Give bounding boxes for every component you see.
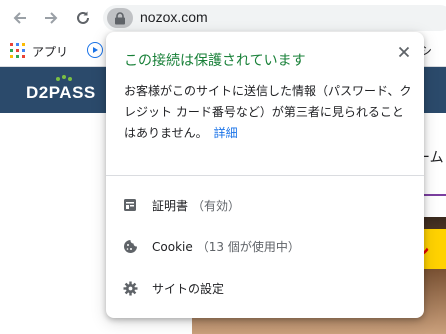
apps-grid-icon[interactable] [10,43,25,58]
site-info-popup: この接続は保護されています お客様がこのサイトに送信した情報（パスワード、クレジ… [106,32,424,318]
cookie-label: Cookie （13 個が使用中） [152,238,300,255]
browser-toolbar: nozox.com [0,0,446,36]
lock-icon[interactable] [107,8,133,28]
cookie-label-text: Cookie [152,240,193,254]
logo-dot [56,77,60,81]
forward-arrow-icon[interactable] [41,8,61,28]
url-text[interactable]: nozox.com [140,9,208,25]
popup-title: この接続は保護されています [124,53,306,69]
certificate-label-text: 証明書 [152,199,189,213]
close-icon[interactable] [396,44,412,60]
certificate-icon [122,197,138,213]
play-icon[interactable] [87,42,103,58]
site-settings-row[interactable]: サイトの設定 [106,268,424,308]
certificate-status: （有効） [192,199,241,213]
popup-description: お客様がこのサイトに送信した情報（パスワード、クレジット カード番号など）が第三… [124,81,414,144]
reload-icon[interactable] [73,8,93,28]
logo-dot [68,77,72,81]
popup-body-text: お客様がこのサイトに送信した情報（パスワード、クレジット カード番号など）が第三… [124,84,412,140]
cookie-row[interactable]: Cookie （13 個が使用中） [106,226,424,266]
certificate-label: 証明書 （有効） [152,197,240,214]
popup-divider [106,175,424,176]
settings-gear-icon [122,280,138,296]
site-logo[interactable]: D2PASS [26,83,96,103]
certificate-row[interactable]: 証明書 （有効） [106,185,424,225]
details-link[interactable]: 詳細 [214,126,238,140]
site-settings-label: サイトの設定 [152,282,225,296]
back-arrow-icon[interactable] [10,8,30,28]
apps-bookmark-label[interactable]: アプリ [32,43,68,60]
logo-dot [62,75,66,79]
cookie-count: （13 個が使用中） [196,240,300,254]
cookie-icon [122,238,138,254]
